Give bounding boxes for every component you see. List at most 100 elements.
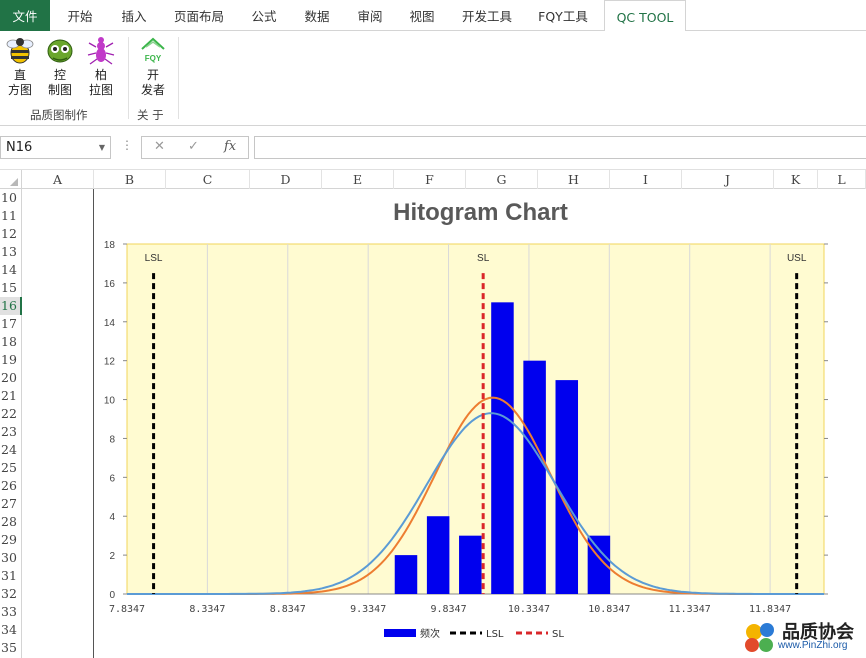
tab-data[interactable]: 数据 bbox=[295, 0, 339, 31]
column-header-a[interactable]: A bbox=[22, 170, 94, 189]
column-header-g[interactable]: G bbox=[466, 170, 538, 189]
ribbon-panel: 直 方图 控 制图 柏 拉图 品质图制作 FQY 开 发者 关 于 bbox=[0, 31, 866, 126]
formula-input[interactable] bbox=[254, 136, 866, 159]
tab-developer[interactable]: 开发工具 bbox=[454, 0, 520, 31]
name-box[interactable]: N16 ▼ bbox=[0, 136, 111, 159]
y-tick-label-7: 14 bbox=[104, 318, 116, 329]
column-header-b[interactable]: B bbox=[94, 170, 166, 189]
column-header-l[interactable]: L bbox=[818, 170, 866, 189]
row-header-32[interactable]: 32 bbox=[0, 585, 22, 603]
select-all-corner[interactable] bbox=[0, 170, 22, 189]
tab-insert[interactable]: 插入 bbox=[112, 0, 156, 31]
legend-swatch-0 bbox=[384, 629, 416, 637]
row-header-11[interactable]: 11 bbox=[0, 207, 22, 225]
group-separator bbox=[128, 37, 129, 119]
group-separator-2 bbox=[178, 37, 179, 119]
row-header-17[interactable]: 17 bbox=[0, 315, 22, 333]
chevron-down-icon[interactable]: ▼ bbox=[99, 137, 105, 158]
tab-formulas[interactable]: 公式 bbox=[242, 0, 286, 31]
formula-bar: N16 ▼ ⋮ ✕ ✓ fx bbox=[0, 126, 866, 170]
histogram-bar-0 bbox=[394, 555, 418, 594]
x-tick-label-4: 9.8347 bbox=[430, 604, 466, 615]
x-tick-label-6: 10.8347 bbox=[588, 604, 630, 615]
tab-page-layout[interactable]: 页面布局 bbox=[166, 0, 232, 31]
row-header-34[interactable]: 34 bbox=[0, 621, 22, 639]
pareto-label-2: 拉图 bbox=[88, 83, 113, 97]
formula-actions: ✕ ✓ fx bbox=[141, 136, 249, 159]
histogram-chart[interactable]: 7.8347 8.3347 8.8347 9.3347 9.8347 10.3347 10.… bbox=[93, 189, 866, 658]
row-header-14[interactable]: 14 bbox=[0, 261, 22, 279]
y-tick-label-9: 18 bbox=[104, 240, 116, 251]
row-header-16[interactable]: 16 bbox=[0, 297, 22, 315]
row-header-18[interactable]: 18 bbox=[0, 333, 22, 351]
histogram-label-1: 直 bbox=[13, 68, 26, 82]
row-header-20[interactable]: 20 bbox=[0, 369, 22, 387]
row-headers: 10 11 12 13 14 15 16 17 18 19 20 21 22 23 24 25 26 27 28 29… bbox=[0, 189, 22, 658]
cancel-icon[interactable]: ✕ bbox=[154, 139, 165, 154]
x-tick-label-2: 8.8347 bbox=[270, 604, 306, 615]
legend-label-0: 频次 bbox=[420, 627, 440, 640]
column-header-i[interactable]: I bbox=[610, 170, 682, 189]
column-headers: A B C D E F G H I J K L bbox=[0, 170, 866, 189]
row-header-21[interactable]: 21 bbox=[0, 387, 22, 405]
column-header-c[interactable]: C bbox=[166, 170, 250, 189]
row-header-25[interactable]: 25 bbox=[0, 459, 22, 477]
fqy-house-icon: FQY bbox=[141, 37, 165, 63]
row-header-30[interactable]: 30 bbox=[0, 549, 22, 567]
column-header-e[interactable]: E bbox=[322, 170, 394, 189]
row-header-29[interactable]: 29 bbox=[0, 531, 22, 549]
developer-button[interactable]: FQY 开 发者 bbox=[133, 35, 173, 98]
group-label-quality-charts: 品质图制作 bbox=[30, 108, 88, 122]
row-header-15[interactable]: 15 bbox=[0, 279, 22, 297]
tab-file[interactable]: 文件 bbox=[0, 0, 50, 31]
row-header-24[interactable]: 24 bbox=[0, 441, 22, 459]
row-header-28[interactable]: 28 bbox=[0, 513, 22, 531]
tab-home[interactable]: 开始 bbox=[58, 0, 102, 31]
control-chart-button[interactable]: 控 制图 bbox=[40, 35, 80, 98]
histogram-label-2: 方图 bbox=[7, 83, 32, 97]
pinzhi-logo-icon bbox=[745, 623, 774, 652]
row-header-35[interactable]: 35 bbox=[0, 639, 22, 657]
row-header-19[interactable]: 19 bbox=[0, 351, 22, 369]
chart-title: Hitogram Chart bbox=[393, 199, 568, 226]
x-tick-label-1: 8.3347 bbox=[189, 604, 225, 615]
legend-label-1: LSL bbox=[486, 629, 504, 640]
histogram-bar-3 bbox=[491, 302, 514, 594]
column-header-j[interactable]: J bbox=[682, 170, 774, 189]
row-header-31[interactable]: 31 bbox=[0, 567, 22, 585]
column-header-d[interactable]: D bbox=[250, 170, 322, 189]
column-header-f[interactable]: F bbox=[394, 170, 466, 189]
y-tick-label-0: 0 bbox=[109, 590, 115, 601]
histogram-bar-4 bbox=[523, 360, 546, 594]
tab-view[interactable]: 视图 bbox=[400, 0, 444, 31]
row-header-22[interactable]: 22 bbox=[0, 405, 22, 423]
histogram-bar-2 bbox=[459, 535, 482, 594]
name-box-value: N16 bbox=[6, 140, 33, 155]
histogram-bar-5 bbox=[555, 380, 579, 594]
tab-qc-tool[interactable]: QC TOOL bbox=[604, 0, 686, 32]
enter-icon[interactable]: ✓ bbox=[188, 139, 199, 154]
bug-icon bbox=[47, 39, 73, 63]
y-tick-label-6: 12 bbox=[104, 357, 116, 368]
tab-fqy-tools[interactable]: FQY工具 bbox=[530, 0, 596, 31]
row-header-23[interactable]: 23 bbox=[0, 423, 22, 441]
watermark-url: www.PinZhi.org bbox=[778, 640, 848, 651]
pareto-button[interactable]: 柏 拉图 bbox=[81, 35, 121, 98]
ribbon-tabs: 文件 开始 插入 页面布局 公式 数据 审阅 视图 开发工具 FQY工具 QC … bbox=[0, 0, 866, 32]
row-header-26[interactable]: 26 bbox=[0, 477, 22, 495]
row-header-12[interactable]: 12 bbox=[0, 225, 22, 243]
row-header-27[interactable]: 27 bbox=[0, 495, 22, 513]
column-header-k[interactable]: K bbox=[774, 170, 818, 189]
y-tick-label-5: 10 bbox=[104, 396, 116, 407]
tab-review[interactable]: 审阅 bbox=[348, 0, 392, 31]
row-header-10[interactable]: 10 bbox=[0, 189, 22, 207]
x-tick-label-7: 11.3347 bbox=[669, 604, 711, 615]
y-tick-label-2: 4 bbox=[109, 512, 115, 523]
row-header-13[interactable]: 13 bbox=[0, 243, 22, 261]
limit-label-usl: USL bbox=[787, 253, 807, 264]
svg-text:FQY: FQY bbox=[145, 54, 162, 63]
function-icon[interactable]: fx bbox=[224, 139, 236, 154]
column-header-h[interactable]: H bbox=[538, 170, 610, 189]
histogram-button[interactable]: 直 方图 bbox=[0, 35, 40, 98]
row-header-33[interactable]: 33 bbox=[0, 603, 22, 621]
